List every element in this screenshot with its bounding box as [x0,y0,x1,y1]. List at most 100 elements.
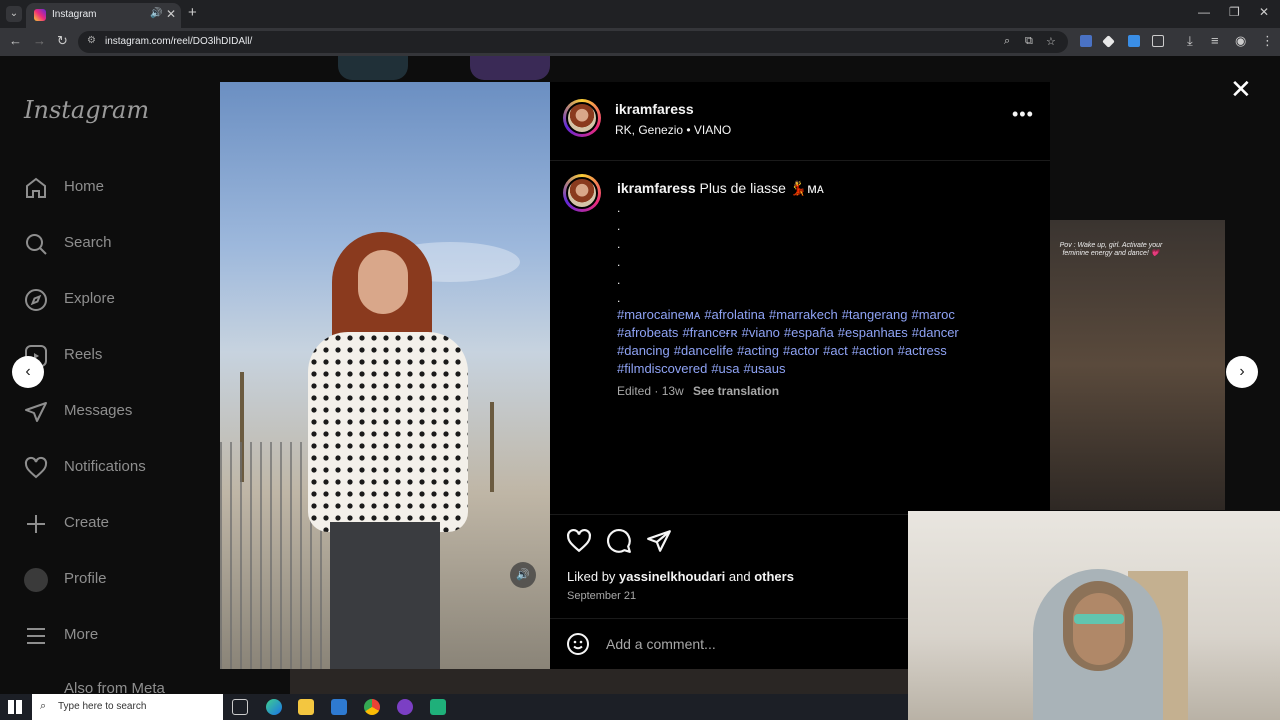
hashtag-link[interactable]: #maroc [911,307,954,322]
hashtag-link[interactable]: #marocaineᴍᴀ [617,307,700,322]
extension-translate-icon[interactable] [1080,35,1092,47]
audio-toggle-button[interactable]: 🔊 [510,562,536,588]
app-purple-icon[interactable] [397,699,413,715]
emoji-icon[interactable] [566,632,590,656]
instagram-logo[interactable]: Instagram [24,96,149,124]
edge-browser-icon[interactable] [266,699,282,715]
sidebar-item-explore[interactable]: Explore [24,282,204,318]
sidebar-item-profile[interactable]: Profile [24,562,204,598]
reel-video[interactable]: 🔊 [220,82,550,669]
hashtag-link[interactable]: #viano [742,325,780,340]
likes-summary: Liked by yassinelkhoudari and others [567,569,794,584]
bookmark-star-icon[interactable]: ☆ [1046,35,1056,48]
hashtag-link[interactable]: #espanhaᴇs [838,325,908,340]
app-green-icon[interactable] [430,699,446,715]
plus-icon [27,515,45,533]
sidebar-item-label: Create [64,514,110,531]
hashtag-link[interactable]: #tangerang [842,307,908,322]
hashtag-link[interactable]: #action [852,343,894,358]
speaker-icon[interactable]: 🔊 [150,8,162,19]
hashtag-link[interactable]: #act [823,343,848,358]
caption-dot: . [617,237,621,251]
next-reel-preview[interactable]: Pov : Wake up, girl. Activate your femin… [1050,220,1225,510]
hashtag-link[interactable]: #dancer [912,325,959,340]
caption-avatar[interactable] [563,174,601,212]
hashtag-link[interactable]: #españa [784,325,834,340]
sidebar-item-notifications[interactable]: Notifications [24,450,204,486]
post-date[interactable]: September 21 [567,590,636,602]
task-view-icon[interactable] [232,699,248,715]
extension-blue-icon[interactable] [1128,35,1140,47]
browser-tab[interactable]: Instagram 🔊 ✕ [26,3,181,28]
address-bar[interactable]: ⚙ instagram.com/reel/DO3lhDIDAll/ ⌕ ⧉ ☆ [78,31,1068,53]
tab-search-button[interactable]: ⌄ [6,6,22,22]
hashtag-link[interactable]: #afrobeats [617,325,678,340]
hashtag-link[interactable]: #usa [711,361,739,376]
install-app-icon[interactable]: ⧉ [1025,35,1033,48]
more-options-icon[interactable]: ••• [1012,104,1034,125]
screen: ⌄ Instagram 🔊 ✕ + — ❐ ✕ ← → ↻ ⚙ instagra… [0,0,1280,720]
hashtag-link[interactable]: #dancelife [674,343,733,358]
sidebar-item-search[interactable]: Search [24,226,204,262]
instagram-favicon-icon [34,9,46,21]
hashtag-link[interactable]: #actor [783,343,819,358]
download-icon[interactable]: ⤓ [1187,33,1193,49]
hashtag-link[interactable]: #filmdiscovered [617,361,707,376]
file-explorer-icon[interactable] [298,699,314,715]
microsoft-store-icon[interactable] [331,699,347,715]
reading-list-icon[interactable]: ≡ [1211,33,1219,48]
zoom-icon[interactable]: ⌕ [1004,35,1010,48]
see-translation-button[interactable]: See translation [693,384,779,398]
back-icon[interactable]: ← [9,33,22,48]
sidebar-item-reels[interactable]: Reels [24,338,204,374]
hashtag-link[interactable]: #usaus [744,361,786,376]
previous-post-button[interactable]: ‹ [12,356,44,388]
caption-username[interactable]: ikramfaress [617,180,696,196]
restore-icon[interactable]: ❐ [1229,5,1240,19]
caption-dots: . . . . . . [617,200,627,308]
liked-by-others-link[interactable]: others [754,569,794,584]
like-heart-icon[interactable] [566,528,592,554]
share-icon[interactable] [646,528,672,554]
sidebar-item-create[interactable]: Create [24,506,204,542]
window-close-icon[interactable]: ✕ [1259,5,1269,19]
chrome-browser-icon[interactable] [364,699,380,715]
url-text[interactable]: instagram.com/reel/DO3lhDIDAll/ [105,36,252,47]
extensions-puzzle-icon[interactable] [1152,35,1164,47]
next-post-button[interactable]: › [1226,356,1258,388]
hashtag-link[interactable]: #afrolatina [704,307,765,322]
taskbar-search[interactable]: ⌕ Type here to search [32,694,223,720]
site-info-icon[interactable]: ⚙ [87,35,96,46]
search-icon [26,234,47,255]
avatar-image [566,102,598,134]
hashtag-link[interactable]: #franceғʀ [682,325,737,340]
comment-icon[interactable] [606,528,632,554]
hashtag-link[interactable]: #actress [898,343,947,358]
profile-icon[interactable]: ◉ [1235,33,1246,49]
tab-close-icon[interactable]: ✕ [166,7,176,21]
webcam-person-glasses [1074,614,1124,624]
sidebar-item-messages[interactable]: Messages [24,394,204,430]
divider [550,160,1050,161]
browser-menu-icon[interactable]: ⋮ [1261,33,1274,49]
post-location[interactable]: RK, Genezio • VIANO [615,123,731,137]
hashtag-link[interactable]: #dancing [617,343,670,358]
minimize-icon[interactable]: — [1198,5,1210,19]
windows-start-icon[interactable] [8,700,22,714]
extension-diamond-icon[interactable] [1102,35,1115,48]
new-tab-icon[interactable]: + [188,4,197,21]
forward-icon[interactable]: → [33,33,46,48]
avatar [24,568,48,592]
background-reel-thumbnail [338,56,408,80]
browser-tabbar: ⌄ Instagram 🔊 ✕ + — ❐ ✕ [0,0,1280,28]
reload-icon[interactable]: ↻ [57,33,68,49]
hashtag-link[interactable]: #acting [737,343,779,358]
sidebar-item-home[interactable]: Home [24,170,204,206]
author-username[interactable]: ikramfaress [615,101,694,117]
sidebar-item-also-from-meta[interactable]: Also from Meta [24,674,204,694]
liked-by-user-link[interactable]: yassinelkhoudari [619,569,725,584]
author-avatar[interactable] [563,99,601,137]
hashtag-link[interactable]: #marrakech [769,307,838,322]
sidebar-item-more[interactable]: More [24,618,204,654]
close-modal-icon[interactable]: ✕ [1230,74,1252,105]
